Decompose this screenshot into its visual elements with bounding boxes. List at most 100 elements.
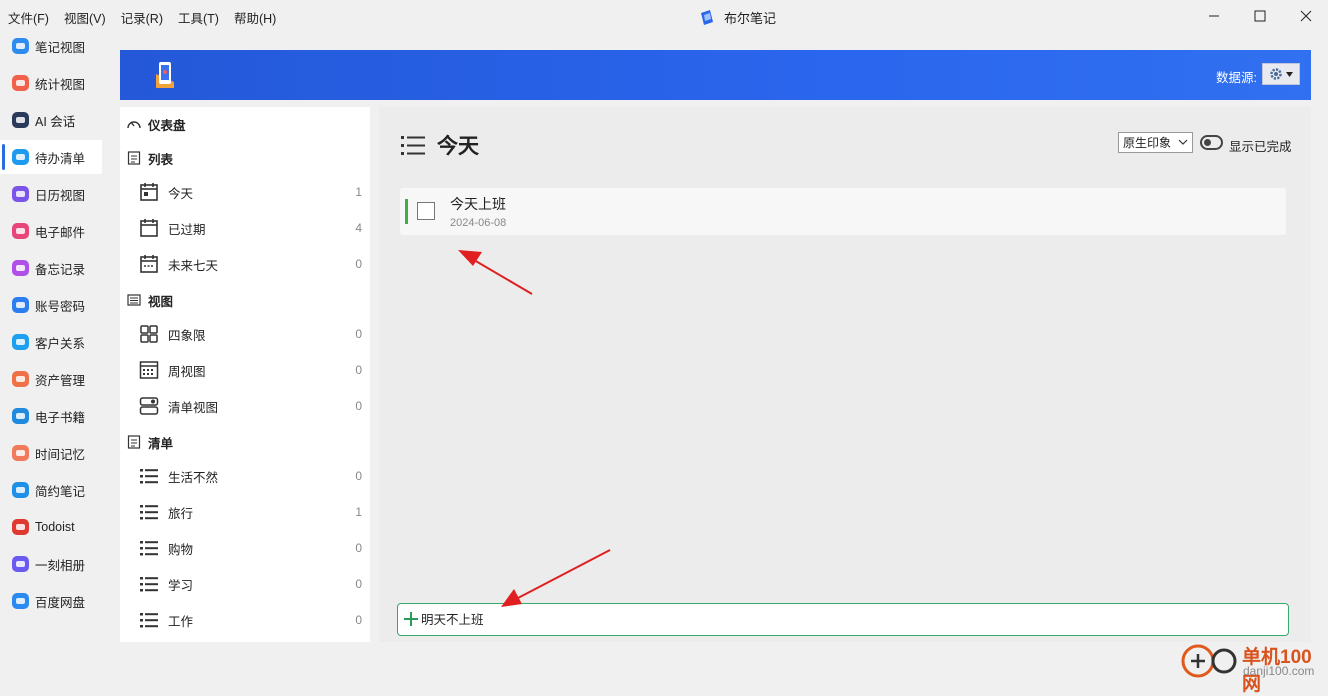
list-view-icon bbox=[138, 395, 160, 417]
sidebar-item-checklist[interactable]: 工作 0 bbox=[138, 605, 364, 635]
maximize-icon bbox=[1254, 10, 1266, 22]
app-title-text: 布尔笔记 bbox=[724, 11, 777, 26]
nav-item-todoist[interactable]: Todoist bbox=[0, 510, 102, 544]
close-icon bbox=[1300, 10, 1312, 22]
header-banner: 数据源: bbox=[120, 50, 1311, 100]
nav-item-robot[interactable]: AI 会话 bbox=[0, 103, 102, 137]
menu-help[interactable]: 帮助(H) bbox=[234, 8, 276, 27]
sidebar-item-checklist[interactable]: 购物 0 bbox=[138, 533, 364, 563]
nav-item-label: 统计视图 bbox=[35, 77, 86, 92]
data-source-label: 数据源: bbox=[1216, 71, 1257, 85]
nav-item-label: 电子邮件 bbox=[35, 225, 86, 240]
nav-item-todo[interactable]: 待办清单 bbox=[0, 140, 102, 174]
simple-note-icon bbox=[12, 482, 29, 498]
nav-item-simple-note[interactable]: 简约笔记 bbox=[0, 473, 102, 507]
nav-item-password[interactable]: 账号密码 bbox=[0, 288, 102, 322]
page-title-text: 今天 bbox=[437, 135, 479, 158]
task-checkbox[interactable] bbox=[417, 202, 435, 220]
sidebar-item-label: 清单视图 bbox=[168, 400, 219, 415]
checklist-section-icon bbox=[126, 434, 142, 450]
nav-item-asset[interactable]: 资产管理 bbox=[0, 362, 102, 396]
task-item[interactable]: 今天上班 2024-06-08 bbox=[400, 188, 1286, 235]
nav-item-ebook[interactable]: 电子书籍 bbox=[0, 399, 102, 433]
sidebar-item-today[interactable]: 今天 1 bbox=[138, 177, 364, 207]
add-task-field[interactable] bbox=[397, 603, 1289, 636]
nav-item-label: 资产管理 bbox=[35, 373, 86, 388]
sidebar-item-overdue[interactable]: 已过期 4 bbox=[138, 213, 364, 243]
sidebar-item-label: 今天 bbox=[168, 186, 194, 201]
cloud-note-icon bbox=[12, 38, 29, 54]
sidebar-item-label: 工作 bbox=[168, 614, 194, 629]
gauge-icon bbox=[126, 116, 142, 132]
app-title: 布尔笔记 bbox=[698, 8, 776, 27]
menu-record[interactable]: 记录(R) bbox=[121, 8, 163, 27]
maximize-button[interactable] bbox=[1238, 4, 1282, 28]
priority-bar bbox=[405, 199, 408, 224]
add-task-input[interactable] bbox=[421, 611, 1261, 625]
sidebar-item-week-view[interactable]: 周视图 0 bbox=[138, 355, 364, 385]
item-count: 4 bbox=[355, 221, 362, 235]
list-section-icon bbox=[126, 150, 142, 166]
dashboard-label: 仪表盘 bbox=[148, 118, 186, 133]
sidebar-item-next-seven-days[interactable]: 未来七天 0 bbox=[138, 249, 364, 279]
close-button[interactable] bbox=[1284, 4, 1328, 28]
sidebar-item-label: 已过期 bbox=[168, 222, 206, 237]
view-section-icon bbox=[126, 292, 142, 308]
menu-file[interactable]: 文件(F) bbox=[8, 8, 49, 27]
view-section-label: 视图 bbox=[148, 294, 174, 309]
memo-icon bbox=[12, 260, 29, 276]
toggle-knob bbox=[1204, 139, 1211, 146]
menu-view[interactable]: 视图(V) bbox=[64, 8, 106, 27]
nav-item-album[interactable]: 一刻相册 bbox=[0, 547, 102, 581]
menu-bar: 文件(F) 视图(V) 记录(R) 工具(T) 帮助(H) bbox=[8, 8, 276, 27]
title-bar: 文件(F) 视图(V) 记录(R) 工具(T) 帮助(H) 布尔笔记 bbox=[0, 0, 1328, 32]
nav-item-memo[interactable]: 备忘记录 bbox=[0, 251, 102, 285]
calendar-overdue-icon bbox=[138, 217, 160, 239]
calendar-today-icon bbox=[138, 181, 160, 203]
sidebar-item-label: 周视图 bbox=[168, 364, 206, 379]
item-count: 0 bbox=[355, 577, 362, 591]
source-select[interactable]: 原生印象 bbox=[1118, 132, 1193, 153]
nav-item-label: 百度网盘 bbox=[35, 595, 86, 610]
nav-item-baidu-pan[interactable]: 百度网盘 bbox=[0, 584, 102, 618]
nav-item-calendar[interactable]: 日历视图 bbox=[0, 177, 102, 211]
section-lists: 列表 bbox=[126, 147, 173, 169]
watermark-logo-icon bbox=[1181, 644, 1237, 678]
nav-item-label: 日历视图 bbox=[35, 188, 86, 203]
bullet-list-icon bbox=[138, 501, 160, 523]
todo-phone-logo-icon bbox=[156, 62, 174, 88]
nav-item-time-memory[interactable]: 时间记忆 bbox=[0, 436, 102, 470]
show-completed-toggle[interactable] bbox=[1200, 135, 1223, 150]
quadrant-icon bbox=[138, 323, 160, 345]
nav-item-cloud-note[interactable]: 笔记视图 bbox=[0, 29, 102, 63]
gear-icon bbox=[1270, 68, 1282, 80]
sidebar-item-list-view[interactable]: 清单视图 0 bbox=[138, 391, 364, 421]
nav-item-label: 笔记视图 bbox=[35, 40, 86, 55]
nav-item-email[interactable]: 电子邮件 bbox=[0, 214, 102, 248]
sidebar-item-label: 学习 bbox=[168, 578, 194, 593]
nav-item-stats[interactable]: 统计视图 bbox=[0, 66, 102, 100]
sidebar-item-quadrant[interactable]: 四象限 0 bbox=[138, 319, 364, 349]
item-count: 0 bbox=[355, 469, 362, 483]
nav-item-label: 一刻相册 bbox=[35, 558, 86, 573]
sidebar-item-checklist[interactable]: 旅行 1 bbox=[138, 497, 364, 527]
sidebar-item-checklist[interactable]: 学习 0 bbox=[138, 569, 364, 599]
week-grid-icon bbox=[138, 359, 160, 381]
nav-item-customer[interactable]: 客户关系 bbox=[0, 325, 102, 359]
app-logo-icon bbox=[701, 9, 713, 25]
minimize-icon bbox=[1209, 15, 1219, 17]
item-count: 0 bbox=[355, 257, 362, 271]
todo-icon bbox=[12, 149, 29, 165]
minimize-button[interactable] bbox=[1192, 4, 1236, 28]
bullet-list-icon bbox=[138, 573, 160, 595]
sidebar-item-dashboard[interactable]: 仪表盘 bbox=[126, 113, 186, 135]
bullet-list-icon bbox=[138, 537, 160, 559]
sidebar-item-checklist[interactable]: 生活不然 0 bbox=[138, 461, 364, 491]
menu-tools[interactable]: 工具(T) bbox=[178, 8, 219, 27]
data-source-button[interactable] bbox=[1262, 63, 1300, 85]
album-icon bbox=[12, 556, 29, 572]
source-select-value: 原生印象 bbox=[1123, 136, 1172, 150]
show-completed-label: 显示已完成 bbox=[1229, 140, 1292, 154]
item-count: 0 bbox=[355, 613, 362, 627]
item-count: 0 bbox=[355, 327, 362, 341]
